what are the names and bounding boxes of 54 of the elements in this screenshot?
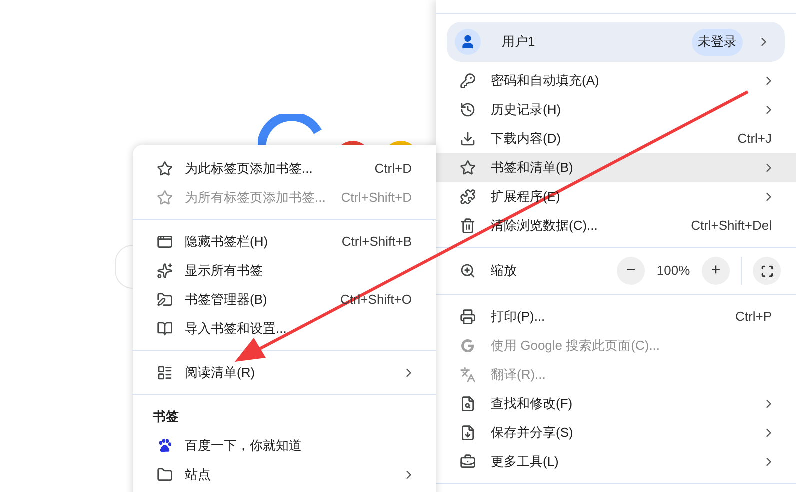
- star-icon: [460, 160, 476, 176]
- star-icon: [157, 160, 173, 176]
- fullscreen-icon: [760, 264, 774, 278]
- list-icon: [157, 364, 173, 380]
- zoom-icon: [460, 263, 476, 279]
- zoom-out-button[interactable]: −: [617, 257, 645, 285]
- trash-icon: [460, 218, 476, 234]
- folder-edit-icon: [157, 292, 173, 308]
- stars-icon: [157, 262, 173, 278]
- printer-icon: [460, 308, 476, 324]
- fullscreen-button[interactable]: [753, 257, 781, 285]
- menu-item[interactable]: 导入书签和设置...: [133, 314, 436, 343]
- folder-icon: [157, 466, 173, 482]
- shortcut-text: Ctrl+Shift+D: [341, 188, 412, 207]
- shortcut-text: Ctrl+P: [736, 308, 772, 326]
- find-in-page-icon: [460, 396, 476, 412]
- menu-item[interactable]: 隐藏书签栏(H) Ctrl+Shift+B: [133, 227, 436, 256]
- menu-item[interactable]: 百度一下，你就知道: [133, 431, 436, 460]
- profile-name: 用户1: [502, 33, 536, 52]
- menu-item[interactable]: 更多工具(L): [436, 447, 796, 476]
- menu-item[interactable]: 打印(P)... Ctrl+P: [436, 302, 796, 331]
- window-icon: [157, 234, 173, 250]
- history-icon: [460, 102, 476, 118]
- shortcut-text: Ctrl+Shift+Del: [691, 216, 772, 235]
- section-header: 书签: [153, 408, 179, 426]
- zoom-label: 缩放: [491, 262, 518, 280]
- menu-item[interactable]: 显示所有书签: [133, 256, 436, 285]
- shortcut-text: Ctrl+J: [738, 130, 772, 148]
- zoom-in-button[interactable]: +: [702, 257, 730, 285]
- menu-item[interactable]: 书签和清单(B): [436, 153, 796, 182]
- shortcut-text: Ctrl+D: [374, 160, 412, 178]
- toolbox-icon: [460, 454, 476, 470]
- avatar-icon: [455, 29, 481, 55]
- menu-item[interactable]: 为此标签页添加书签... Ctrl+D: [133, 154, 436, 183]
- zoom-level-text: 100%: [656, 262, 692, 280]
- profile-row[interactable]: 用户1 未登录: [447, 22, 785, 62]
- menu-item[interactable]: 阅读清单(R): [133, 358, 436, 387]
- star-icon: [157, 190, 173, 206]
- translate-icon: [460, 366, 476, 382]
- signed-out-badge: 未登录: [692, 28, 743, 56]
- puzzle-icon: [460, 188, 476, 204]
- menu-item[interactable]: 查找和修改(F): [436, 389, 796, 418]
- menu-item[interactable]: 下载内容(D) Ctrl+J: [436, 124, 796, 153]
- save-file-icon: [460, 424, 476, 440]
- menu-item[interactable]: 历史记录(H): [436, 95, 796, 124]
- menu-item[interactable]: 密码和自动填充(A): [436, 66, 796, 95]
- menu-item[interactable]: 站点: [133, 460, 436, 489]
- menu-item[interactable]: 保存并分享(S): [436, 418, 796, 447]
- book-icon: [157, 320, 173, 336]
- paw-icon: [157, 438, 173, 454]
- key-icon: [460, 72, 476, 88]
- g-letter-icon: [460, 338, 476, 354]
- download-icon: [460, 130, 476, 146]
- shortcut-text: Ctrl+Shift+B: [342, 232, 412, 251]
